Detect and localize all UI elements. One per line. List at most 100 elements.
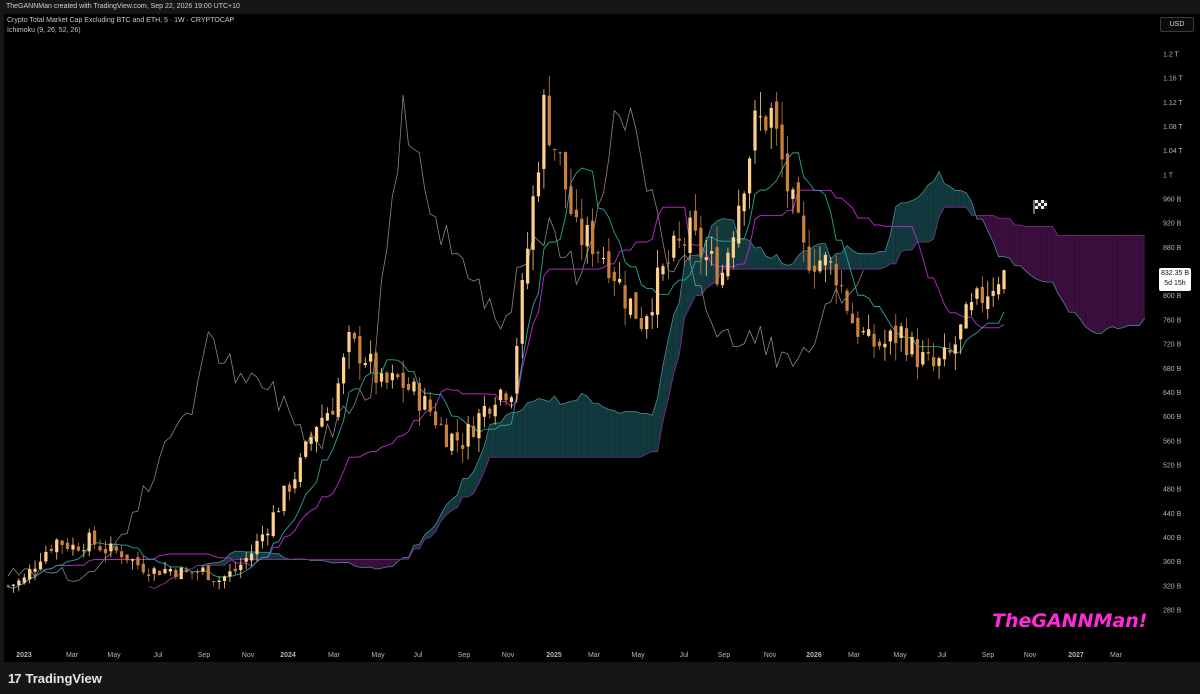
cloud-bullish-segment: [549, 395, 555, 458]
time-tick-label: Nov: [242, 652, 255, 659]
cloud-bullish-segment: [560, 403, 566, 458]
candle-body: [363, 362, 367, 366]
time-tick-label: 2023: [16, 652, 32, 659]
candle-body: [623, 285, 627, 309]
candle-body: [834, 263, 838, 286]
cloud-bullish-segment: [614, 410, 620, 458]
author-watermark: TheGANNMan!: [992, 610, 1148, 632]
cloud-bullish-segment: [635, 411, 642, 458]
plot-area[interactable]: [4, 14, 1157, 662]
candle-body: [309, 437, 313, 444]
cloud-bearish-segment: [1036, 226, 1042, 282]
candle-body: [428, 399, 432, 412]
cloud-bullish-segment: [657, 365, 663, 452]
time-scale[interactable]: 2023 Mar May Jul Sep Nov 2024 Mar May Jul Sep Nov 20…: [4, 645, 1157, 662]
candle-body: [282, 485, 286, 512]
candle-body: [401, 372, 405, 388]
chikou-lagging-line: [7, 94, 864, 582]
time-tick-label: Nov: [1024, 652, 1037, 659]
candle-body: [228, 571, 232, 577]
flag-cell: [1044, 203, 1047, 206]
candle-body: [531, 196, 535, 250]
indicator-label[interactable]: Ichimoku (9, 26, 52, 26): [7, 27, 81, 34]
candle-body: [769, 107, 773, 128]
cloud-bullish-segment: [262, 552, 268, 560]
candle-body: [206, 565, 210, 580]
candle-body: [314, 427, 319, 442]
candle-body: [715, 247, 719, 285]
tradingview-logo[interactable]: 17 TradingView: [8, 671, 102, 686]
cloud-bullish-segment: [960, 190, 967, 208]
chart-window: TheGANNMan created with TradingView.com,…: [0, 0, 1200, 694]
candle-body: [498, 389, 503, 401]
cloud-bullish-segment: [744, 238, 750, 270]
cloud-bullish-segment: [917, 192, 923, 243]
last-price-value: 832.35 B: [1160, 270, 1190, 277]
time-tick-label: May: [631, 652, 645, 659]
flag-cell: [1041, 200, 1044, 203]
cloud-bullish-segment: [879, 251, 885, 270]
candle-body: [899, 326, 903, 339]
price-tick-label: 1.2 T: [1163, 52, 1180, 59]
time-tick-label: Mar: [66, 652, 79, 659]
candle-body: [812, 265, 817, 272]
candle-body: [92, 530, 97, 545]
flag-cell: [1044, 200, 1047, 203]
cloud-bearish-segment: [1133, 235, 1140, 326]
candle-body: [883, 343, 887, 348]
price-tick-label: 1.12 T: [1163, 100, 1183, 107]
cloud-bearish-segment: [386, 559, 393, 567]
candle-body: [55, 539, 59, 553]
candle-body: [796, 182, 800, 213]
candle-body: [450, 433, 454, 451]
candle-body: [526, 248, 530, 284]
cloud-bullish-segment: [495, 422, 501, 458]
candle-body: [136, 557, 140, 566]
time-tick-label: May: [107, 652, 121, 659]
candle-body: [406, 384, 411, 390]
cloud-bullish-segment: [625, 411, 631, 458]
flag-cell: [1044, 206, 1047, 209]
candle-body: [482, 405, 486, 417]
candle-body: [996, 284, 1001, 295]
cloud-bearish-segment: [359, 559, 366, 568]
candle-body: [607, 251, 611, 279]
cloud-bearish-segment: [365, 559, 371, 568]
currency-button[interactable]: USD: [1160, 17, 1194, 32]
chart-svg[interactable]: [4, 14, 1157, 662]
candle-body: [103, 548, 108, 554]
candle-body: [618, 278, 622, 283]
kijun-sen-line: [7, 189, 1005, 589]
candle-body: [839, 285, 844, 287]
candle-body: [959, 324, 963, 340]
cloud-bullish-segment: [565, 401, 571, 458]
candle-body: [699, 227, 703, 258]
time-tick-label: 2026: [806, 652, 822, 659]
candle-body: [590, 220, 595, 255]
cloud-bullish-segment: [646, 413, 653, 454]
cloud-bullish-segment: [760, 247, 766, 270]
candle-body: [33, 568, 37, 572]
candle-body: [455, 432, 459, 441]
candle-body: [385, 372, 389, 383]
candle-body: [185, 570, 189, 572]
candle-body: [585, 225, 589, 247]
candle-body: [802, 215, 806, 243]
candle-body: [157, 570, 162, 576]
candle-body: [975, 288, 979, 299]
cloud-bearish-segment: [376, 559, 382, 570]
price-tick-label: 1.04 T: [1163, 148, 1183, 155]
candle-body: [845, 290, 849, 311]
candle-body: [11, 584, 16, 586]
candle-body: [726, 252, 730, 277]
candle-body: [926, 351, 930, 354]
candle-body: [217, 580, 221, 582]
candle-body: [807, 246, 811, 271]
price-scale[interactable]: 1.2 T 1.16 T 1.12 T 1.08 T 1.04 T 1 T 960 B 920…: [1157, 14, 1200, 662]
candle-body: [6, 585, 10, 587]
cloud-bullish-segment: [641, 413, 647, 457]
candle-body: [60, 540, 64, 546]
cloud-bullish-segment: [598, 403, 604, 458]
candle-body: [379, 373, 384, 382]
candle-body: [704, 257, 708, 261]
